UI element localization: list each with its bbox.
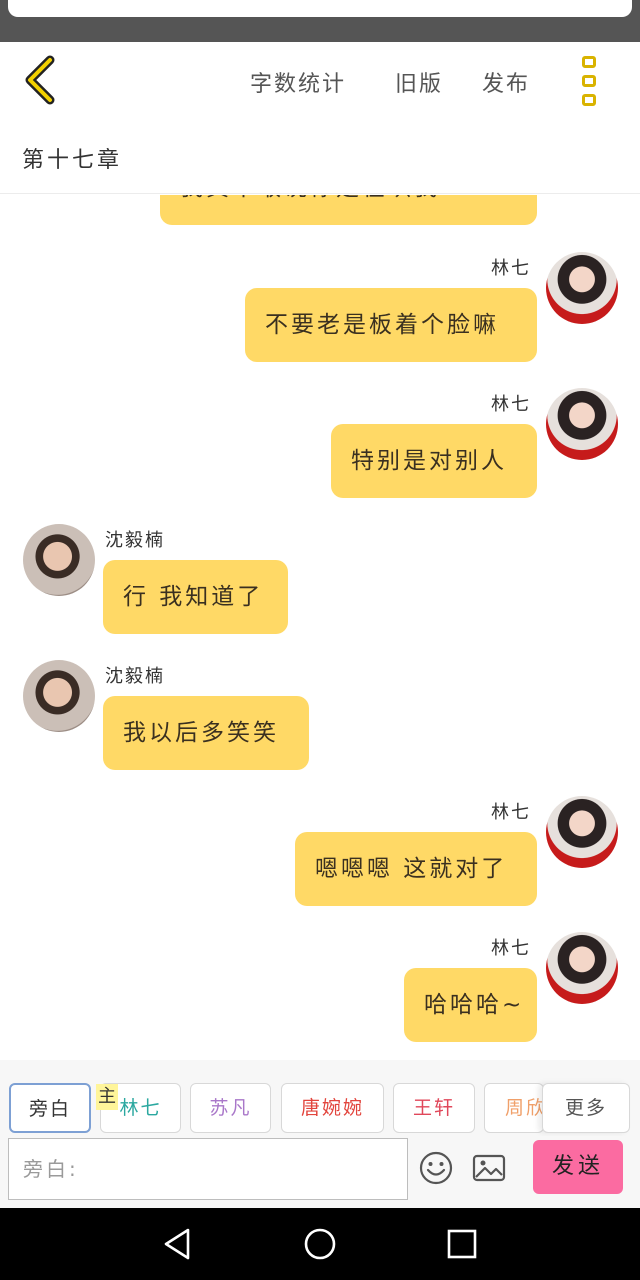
speaker-name: 林七 <box>491 394 531 415</box>
character-chip[interactable]: 周欣 <box>484 1083 544 1133</box>
character-chip[interactable]: 苏凡 <box>190 1083 271 1133</box>
send-button[interactable]: 发送 <box>533 1140 623 1194</box>
system-nav-bar <box>0 1208 640 1280</box>
publish-button[interactable]: 发布 <box>482 66 530 98</box>
editor-header: 字数统计 旧版 发布 第十七章 <box>0 42 640 194</box>
chapter-title[interactable]: 第十七章 <box>22 142 122 174</box>
nav-home-icon[interactable] <box>302 1226 338 1262</box>
speaker-name: 林七 <box>491 258 531 279</box>
avatar[interactable] <box>546 932 618 1004</box>
avatar[interactable] <box>23 524 95 596</box>
top-search-box[interactable] <box>8 0 632 17</box>
speaker-name: 林七 <box>491 802 531 823</box>
message-bubble[interactable]: 嗯嗯嗯 这就对了 <box>295 832 537 906</box>
avatar[interactable] <box>546 252 618 324</box>
character-chip[interactable]: 唐婉婉 <box>281 1083 384 1133</box>
message-bubble[interactable]: 我真不敢说你是在哄我 <box>160 195 537 225</box>
message-bubble[interactable]: 特别是对别人 <box>331 424 537 498</box>
nav-recents-icon[interactable] <box>444 1226 480 1262</box>
nav-back-icon[interactable] <box>160 1226 196 1262</box>
message-bubble[interactable]: 不要老是板着个脸嘛 <box>245 288 537 362</box>
avatar[interactable] <box>546 796 618 868</box>
character-chip[interactable]: 王轩 <box>393 1083 475 1133</box>
input-bar: 发送 <box>0 1136 640 1208</box>
speaker-name: 沈毅楠 <box>105 666 165 687</box>
message-bubble[interactable]: 哈哈哈~ <box>404 968 537 1042</box>
more-vertical-icon[interactable] <box>574 54 604 110</box>
message-bubble[interactable]: 我以后多笑笑 <box>103 696 309 770</box>
more-characters-button[interactable]: 更多 <box>542 1083 630 1133</box>
word-count-button[interactable]: 字数统计 <box>250 66 346 98</box>
top-strip <box>0 0 640 42</box>
back-button[interactable] <box>18 54 68 106</box>
narrator-chip[interactable]: 旁白 <box>9 1083 91 1133</box>
back-chevron-icon <box>25 55 55 105</box>
message-bubble[interactable]: 行 我知道了 <box>103 560 288 634</box>
chat-area[interactable]: 我真不敢说你是在哄我 林七 不要老是板着个脸嘛 林七 特别是对别人 沈毅楠 行 … <box>0 195 640 1060</box>
message-input[interactable] <box>8 1138 408 1200</box>
speaker-name: 林七 <box>491 938 531 959</box>
protagonist-badge: 主 <box>96 1084 118 1110</box>
speaker-name: 沈毅楠 <box>105 530 165 551</box>
avatar[interactable] <box>23 660 95 732</box>
old-version-button[interactable]: 旧版 <box>395 66 443 98</box>
avatar[interactable] <box>546 388 618 460</box>
image-icon[interactable] <box>471 1150 507 1186</box>
emoji-icon[interactable] <box>418 1150 454 1186</box>
